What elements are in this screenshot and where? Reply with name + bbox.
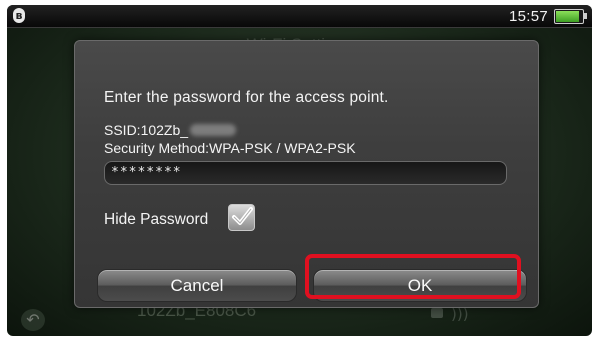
- battery-icon: [554, 9, 587, 24]
- ssid-redacted: [190, 124, 237, 136]
- back-arrow-icon[interactable]: [21, 309, 45, 331]
- bluetooth-icon: ʙ: [13, 8, 25, 23]
- security-method: Security Method:WPA-PSK / WPA2-PSK: [104, 140, 356, 156]
- ssid-label: SSID:102Zb_: [104, 122, 189, 138]
- clock: 15:57: [508, 8, 548, 25]
- hide-password-checkbox[interactable]: [228, 204, 255, 231]
- ssid-row: SSID:102Zb_: [104, 122, 237, 138]
- battery-level: [556, 11, 579, 22]
- checkmark-icon: [232, 207, 253, 225]
- cancel-button[interactable]: Cancel: [97, 269, 297, 302]
- lock-icon: [431, 308, 443, 318]
- ok-button[interactable]: OK: [313, 269, 527, 302]
- dialog-prompt: Enter the password for the access point.: [104, 89, 389, 106]
- password-dialog: Enter the password for the access point.…: [74, 40, 539, 308]
- device-screen: ʙ 15:57 Wi-Fi Settings 102Zb_E808C6 ))) …: [7, 5, 592, 336]
- status-bar: ʙ 15:57: [7, 5, 592, 28]
- battery-tip: [584, 13, 587, 19]
- password-field[interactable]: ********: [104, 161, 507, 185]
- hide-password-label: Hide Password: [104, 211, 209, 228]
